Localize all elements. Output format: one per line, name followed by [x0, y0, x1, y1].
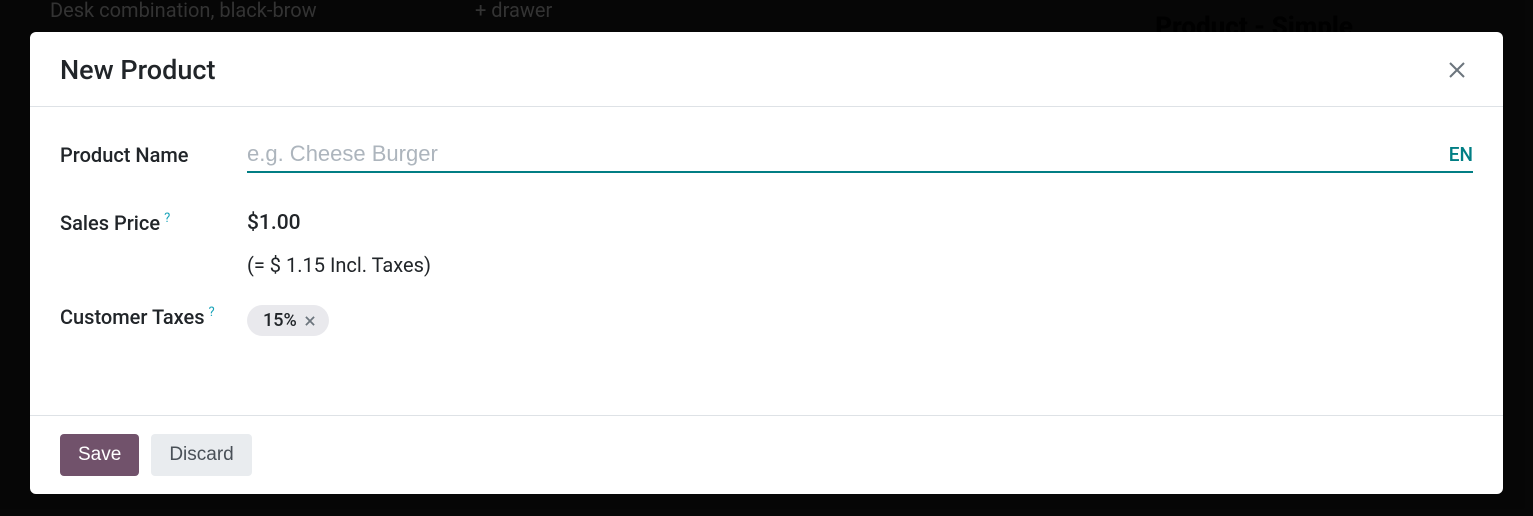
close-button[interactable] [1441, 54, 1473, 86]
tax-tag-label: 15% [263, 310, 297, 331]
help-icon[interactable]: ? [209, 305, 215, 320]
modal-footer: Save Discard [30, 415, 1503, 494]
close-icon [1445, 58, 1469, 82]
product-name-input-wrap: EN [247, 137, 1473, 173]
sales-price-label: Sales Price? [60, 211, 247, 235]
bg-text: Desk combination, black-brow [50, 0, 317, 22]
customer-taxes-tags[interactable]: 15% [247, 305, 329, 336]
modal-title: New Product [60, 54, 215, 86]
product-name-row: Product Name EN [60, 137, 1473, 173]
sales-price-row: Sales Price? $1.00 (= $ 1.15 Incl. Taxes… [60, 211, 1473, 277]
bg-text: + drawer [475, 0, 552, 22]
sales-price-value[interactable]: $1.00 [247, 211, 431, 235]
sales-price-incl-taxes: (= $ 1.15 Incl. Taxes) [247, 253, 431, 277]
new-product-modal: New Product Product Name EN Sales Price?… [30, 32, 1503, 494]
product-name-input[interactable] [247, 137, 1439, 171]
customer-taxes-row: Customer Taxes? 15% [60, 305, 1473, 336]
discard-button[interactable]: Discard [151, 434, 251, 476]
tax-tag-remove-button[interactable] [303, 314, 317, 328]
help-icon[interactable]: ? [164, 211, 170, 226]
tax-tag: 15% [247, 305, 329, 336]
customer-taxes-label: Customer Taxes? [60, 305, 247, 329]
language-badge[interactable]: EN [1439, 143, 1473, 166]
modal-header: New Product [30, 32, 1503, 107]
sales-price-value-wrap: $1.00 (= $ 1.15 Incl. Taxes) [247, 211, 431, 277]
close-icon [303, 314, 317, 328]
modal-body: Product Name EN Sales Price? $1.00 (= $ … [30, 107, 1503, 415]
save-button[interactable]: Save [60, 434, 139, 476]
product-name-label: Product Name [60, 143, 247, 167]
